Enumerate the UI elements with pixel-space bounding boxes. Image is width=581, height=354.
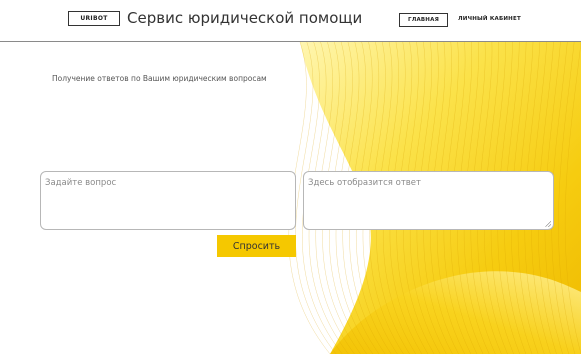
nav-home-button[interactable]: ГЛАВНАЯ bbox=[399, 13, 448, 27]
resize-grip-icon bbox=[545, 221, 551, 227]
logo[interactable]: URIBOT bbox=[68, 11, 120, 26]
site-title: Сервис юридической помощи bbox=[127, 9, 363, 27]
ask-button[interactable]: Спросить bbox=[217, 235, 296, 257]
answer-placeholder: Здесь отобразится ответ bbox=[308, 178, 421, 188]
site-header: URIBOT Сервис юридической помощи ГЛАВНАЯ… bbox=[0, 0, 581, 42]
page-subtitle: Получение ответов по Вашим юридическим в… bbox=[52, 74, 267, 83]
page: URIBOT Сервис юридической помощи ГЛАВНАЯ… bbox=[0, 0, 581, 354]
question-input[interactable] bbox=[40, 171, 296, 230]
nav-cabinet-link[interactable]: ЛИЧНЫЙ КАБИНЕТ bbox=[458, 16, 521, 22]
answer-output: Здесь отобразится ответ bbox=[303, 171, 554, 230]
